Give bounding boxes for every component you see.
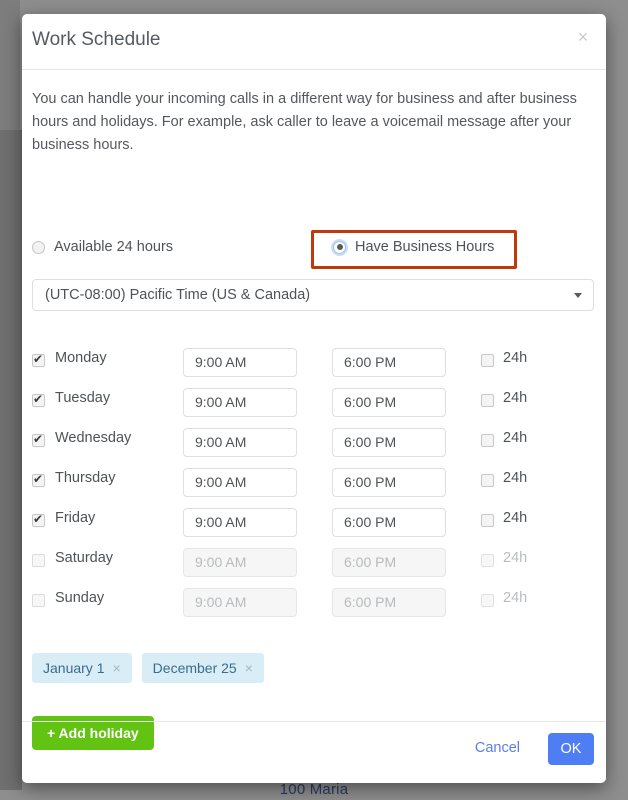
end-time-wednesday[interactable]: 6:00 PM [332, 428, 446, 457]
work-schedule-dialog: Work Schedule × You can handle your inco… [22, 14, 606, 783]
day-label-tuesday: Tuesday [55, 390, 111, 406]
h24-checkbox-sunday [481, 594, 494, 607]
end-time-monday[interactable]: 6:00 PM [332, 348, 446, 377]
start-time-sunday: 9:00 AM [183, 588, 297, 617]
dialog-footer: Cancel OK [22, 721, 606, 782]
day-label-friday: Friday [55, 510, 96, 526]
background-page-text: 100 Maria [279, 781, 349, 798]
day-checkbox-friday[interactable] [32, 511, 45, 527]
day-checkbox-saturday[interactable] [32, 554, 45, 567]
end-time-tuesday[interactable]: 6:00 PM [332, 388, 446, 417]
end-time-saturday: 6:00 PM [332, 548, 446, 577]
h24-checkbox-saturday [481, 554, 494, 567]
schedule-row-tuesday: Tuesday 9:00 AM 6:00 PM 24h [22, 383, 606, 423]
h24-checkbox-friday[interactable] [481, 514, 494, 527]
schedule-row-thursday: Thursday 9:00 AM 6:00 PM 24h [22, 463, 606, 503]
start-time-tuesday[interactable]: 9:00 AM [183, 388, 297, 417]
h24-label-monday: 24h [503, 350, 528, 366]
schedule-row-wednesday: Wednesday 9:00 AM 6:00 PM 24h [22, 423, 606, 463]
day-checkbox-thursday[interactable] [32, 471, 45, 487]
h24-label-wednesday: 24h [503, 430, 528, 446]
day-label-sunday: Sunday [55, 590, 105, 606]
dialog-header: Work Schedule × [22, 14, 606, 70]
start-time-thursday[interactable]: 9:00 AM [183, 468, 297, 497]
radio-dot-icon [32, 240, 45, 254]
day-checkbox-monday[interactable] [32, 351, 45, 367]
day-checkbox-wednesday[interactable] [32, 431, 45, 447]
cancel-button[interactable]: Cancel [475, 740, 520, 756]
h24-checkbox-monday[interactable] [481, 354, 494, 367]
remove-holiday-icon[interactable]: × [245, 661, 253, 675]
background-band-left [0, 130, 22, 790]
day-checkbox-tuesday[interactable] [32, 391, 45, 407]
start-time-friday[interactable]: 9:00 AM [183, 508, 297, 537]
start-time-monday[interactable]: 9:00 AM [183, 348, 297, 377]
radio-available-24-hours[interactable]: Available 24 hours [32, 239, 173, 255]
mode-radio-group: Available 24 hours Have Business Hours [22, 226, 606, 272]
schedule-row-saturday: Saturday 9:00 AM 6:00 PM 24h [22, 543, 606, 583]
schedule-row-friday: Friday 9:00 AM 6:00 PM 24h [22, 503, 606, 543]
end-time-friday[interactable]: 6:00 PM [332, 508, 446, 537]
holiday-tag-label: December 25 [152, 660, 237, 676]
close-icon[interactable]: × [572, 26, 594, 48]
chevron-down-icon [574, 293, 582, 298]
day-checkbox-sunday[interactable] [32, 594, 45, 607]
background-strip-left [0, 0, 20, 130]
radio-label-have-business-hours: Have Business Hours [355, 239, 495, 255]
start-time-wednesday[interactable]: 9:00 AM [183, 428, 297, 457]
holiday-tag-label: January 1 [43, 660, 105, 676]
timezone-value: (UTC-08:00) Pacific Time (US & Canada) [45, 287, 311, 303]
h24-checkbox-tuesday[interactable] [481, 394, 494, 407]
remove-holiday-icon[interactable]: × [112, 661, 120, 675]
ok-button[interactable]: OK [548, 733, 594, 765]
radio-label-available-24-hours: Available 24 hours [54, 239, 174, 255]
holiday-tag: January 1 × [32, 653, 132, 683]
day-label-thursday: Thursday [55, 470, 116, 486]
h24-checkbox-wednesday[interactable] [481, 434, 494, 447]
schedule-row-sunday: Sunday 9:00 AM 6:00 PM 24h [22, 583, 606, 623]
dialog-title: Work Schedule [32, 29, 161, 50]
h24-checkbox-thursday[interactable] [481, 474, 494, 487]
dialog-body: You can handle your incoming calls in a … [22, 70, 606, 750]
day-label-saturday: Saturday [55, 550, 114, 566]
timezone-select[interactable]: (UTC-08:00) Pacific Time (US & Canada) [32, 279, 594, 311]
schedule-row-monday: Monday 9:00 AM 6:00 PM 24h [22, 343, 606, 383]
radio-dot-selected-icon [333, 240, 346, 254]
end-time-sunday: 6:00 PM [332, 588, 446, 617]
h24-label-sunday: 24h [503, 590, 528, 606]
day-label-wednesday: Wednesday [55, 430, 132, 446]
h24-label-tuesday: 24h [503, 390, 528, 406]
weekly-schedule: Monday 9:00 AM 6:00 PM 24h Tuesday 9:00 … [22, 343, 606, 623]
holiday-tag-list: January 1 × December 25 × [32, 653, 264, 683]
h24-label-friday: 24h [503, 510, 528, 526]
day-label-monday: Monday [55, 350, 107, 366]
dialog-description: You can handle your incoming calls in a … [32, 91, 577, 153]
end-time-thursday[interactable]: 6:00 PM [332, 468, 446, 497]
holiday-tag: December 25 × [141, 653, 264, 683]
start-time-saturday: 9:00 AM [183, 548, 297, 577]
h24-label-saturday: 24h [503, 550, 528, 566]
radio-have-business-hours[interactable]: Have Business Hours [333, 239, 494, 255]
h24-label-thursday: 24h [503, 470, 528, 486]
